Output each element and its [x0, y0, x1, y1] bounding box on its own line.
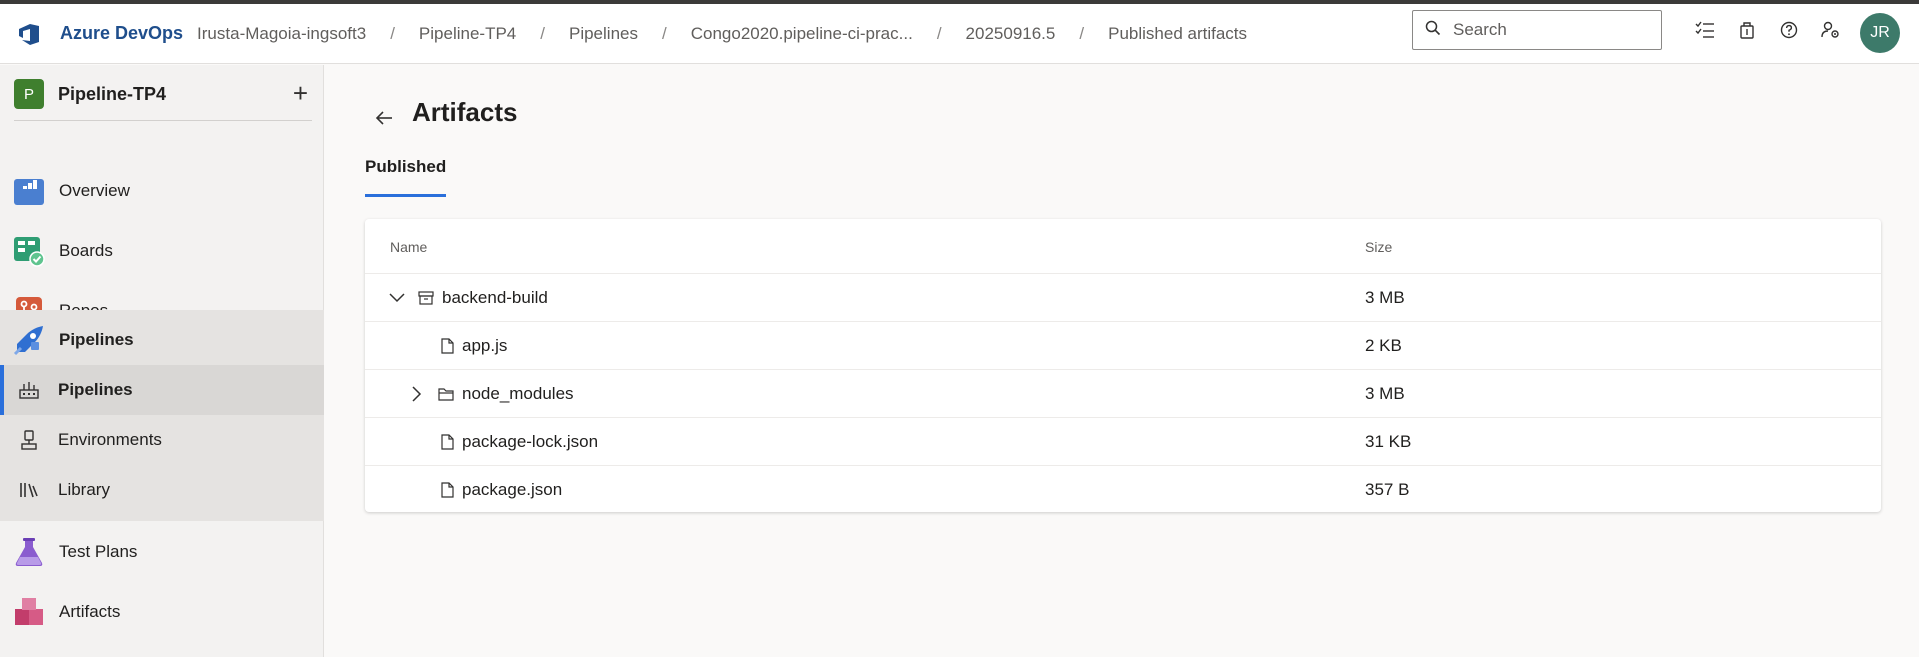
row-name: package-lock.json [462, 432, 599, 451]
breadcrumb-separator: / [540, 23, 545, 43]
table-row[interactable]: package-lock.json 31 KB [365, 418, 1881, 466]
chevron-down-icon[interactable] [387, 288, 407, 308]
project-badge: P [14, 79, 44, 109]
breadcrumb-pipelines[interactable]: Pipelines [559, 24, 648, 44]
row-name: package.json [462, 480, 563, 499]
column-header-name[interactable]: Name [390, 239, 427, 255]
sidebar-subitem-library[interactable]: Library [0, 465, 324, 515]
artifacts-icon [13, 596, 45, 628]
breadcrumb-current[interactable]: Published artifacts [1098, 24, 1257, 44]
breadcrumb-organization[interactable]: Irusta-Magoia-ingsoft3 [187, 24, 376, 44]
row-size: 3 MB [1365, 288, 1405, 307]
overview-icon [13, 175, 45, 207]
sidebar-item-test-plans[interactable]: Test Plans [0, 522, 324, 582]
sidebar-item-boards[interactable]: Boards [0, 221, 324, 281]
chevron-right-icon[interactable] [407, 384, 427, 404]
table-header: Name Size [365, 219, 1881, 274]
row-size: 2 KB [1365, 336, 1402, 355]
sidebar-item-label: Pipelines [59, 330, 134, 349]
table-row[interactable]: backend-build 3 MB [365, 274, 1881, 322]
test-plans-icon [13, 536, 45, 568]
sidebar-item-label: Overview [59, 181, 130, 200]
artifact-package-icon [417, 288, 435, 308]
row-name: app.js [462, 336, 508, 355]
sidebar-item-label: Pipelines [58, 380, 133, 399]
breadcrumb-separator: / [1079, 23, 1085, 43]
file-icon [438, 336, 456, 356]
sidebar-item-label: Environments [58, 430, 162, 449]
row-name: node_modules [462, 384, 574, 403]
breadcrumb-pipeline[interactable]: Congo2020.pipeline-ci-prac... [681, 24, 923, 44]
user-settings-icon[interactable] [1810, 10, 1852, 50]
table-row[interactable]: package.json 357 B [365, 466, 1881, 514]
breadcrumb: Irusta-Magoia-ingsoft3 / Pipeline-TP4 / … [187, 24, 1257, 44]
column-header-size[interactable]: Size [1365, 239, 1392, 255]
brand-name: Azure DevOps [60, 23, 184, 43]
search-box[interactable] [1412, 10, 1662, 50]
sidebar-subitem-pipelines[interactable]: Pipelines [0, 365, 324, 415]
sidebar-item-pipelines[interactable]: Pipelines [0, 310, 324, 370]
breadcrumb-separator: / [390, 23, 395, 43]
sidebar-item-overview[interactable]: Overview [0, 161, 324, 221]
folder-icon [437, 384, 455, 404]
selected-indicator [0, 365, 4, 415]
row-size: 357 B [1365, 480, 1410, 499]
pipelines-icon [13, 324, 45, 356]
pipelines-sub-icon [18, 379, 40, 401]
logo-link[interactable]: Azure DevOps [0, 4, 187, 63]
breadcrumb-separator: / [936, 23, 942, 43]
search-icon [1425, 20, 1441, 41]
add-icon[interactable]: + [293, 78, 308, 108]
table-row[interactable]: node_modules 3 MB [365, 370, 1881, 418]
sidebar-item-label: Artifacts [59, 602, 121, 621]
sidebar-subitem-environments[interactable]: Environments [0, 415, 324, 465]
search-input[interactable] [1453, 20, 1643, 40]
page-title: Artifacts [412, 97, 518, 127]
left-sidebar: P Pipeline-TP4 + Overview Boards Repos P… [0, 65, 324, 657]
row-name: backend-build [442, 288, 548, 307]
tab-published[interactable]: Published [365, 157, 447, 197]
project-name: Pipeline-TP4 [58, 83, 167, 104]
row-size: 31 KB [1365, 432, 1412, 451]
main-content: Artifacts Published Name Size backend-bu… [325, 65, 1919, 657]
help-icon[interactable] [1768, 10, 1810, 50]
sidebar-item-artifacts[interactable]: Artifacts [0, 582, 324, 642]
shopping-bag-icon[interactable] [1726, 10, 1768, 50]
file-icon [438, 480, 456, 500]
sidebar-item-label: Library [58, 480, 110, 499]
breadcrumb-project[interactable]: Pipeline-TP4 [409, 24, 526, 44]
sidebar-item-label: Test Plans [59, 542, 138, 561]
back-arrow-icon[interactable] [369, 103, 399, 133]
breadcrumb-run[interactable]: 20250916.5 [956, 24, 1066, 44]
sidebar-item-label: Boards [59, 241, 113, 260]
user-avatar[interactable]: JR [1860, 13, 1900, 53]
boards-icon [13, 235, 45, 267]
header-icons [1684, 10, 1852, 50]
project-header[interactable]: P Pipeline-TP4 + [14, 78, 312, 121]
artifacts-table: Name Size backend-build 3 MB app.js 2 KB [365, 219, 1881, 512]
row-size: 3 MB [1365, 384, 1405, 403]
file-icon [438, 432, 456, 452]
environments-icon [18, 429, 40, 451]
pipelines-group: Pipelines Pipelines Environments Library [0, 310, 324, 521]
library-icon [18, 479, 40, 501]
azure-devops-logo-icon [16, 20, 44, 48]
breadcrumb-separator: / [661, 23, 667, 43]
task-list-icon[interactable] [1684, 10, 1726, 50]
table-row[interactable]: app.js 2 KB [365, 322, 1881, 370]
